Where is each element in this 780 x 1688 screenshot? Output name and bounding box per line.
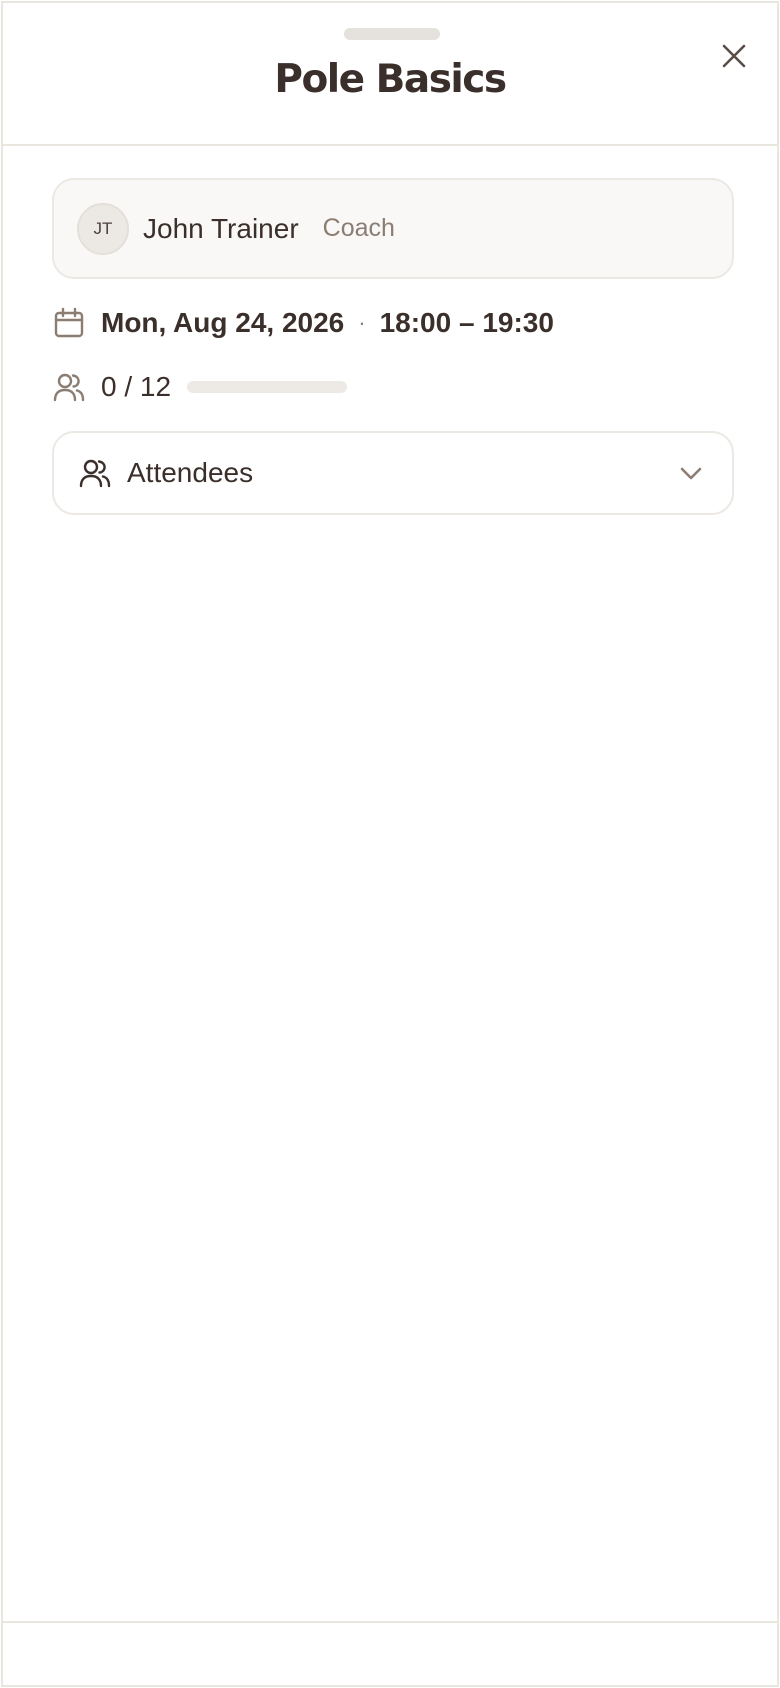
- class-date: Mon, Aug 24, 2026: [101, 307, 345, 338]
- capacity-count: 0 / 12: [101, 371, 172, 402]
- header-divider: [3, 144, 777, 146]
- coach-card: JT John Trainer Coach: [52, 178, 734, 279]
- capacity-progress-bar: [187, 381, 348, 393]
- coach-name: John Trainer: [143, 212, 299, 244]
- users-icon: [53, 373, 85, 402]
- drag-handle[interactable]: [344, 28, 440, 40]
- capacity-row: 0 / 12: [53, 367, 348, 407]
- schedule-row: Mon, Aug 24, 2026 · 18:00 – 19:30: [53, 303, 554, 343]
- separator-dot: ·: [358, 310, 366, 335]
- avatar: JT: [77, 202, 129, 255]
- close-icon: [722, 44, 746, 68]
- class-time: 18:00 – 19:30: [379, 307, 554, 338]
- attendees-label: Attendees: [127, 457, 254, 488]
- calendar-icon: [54, 307, 84, 338]
- close-button[interactable]: [711, 33, 757, 79]
- class-detail-sheet: Pole Basics JT John Trainer Coach Mon, A…: [1, 1, 779, 1687]
- coach-role-label: Coach: [322, 214, 395, 242]
- users-icon: [79, 459, 111, 488]
- attendees-dropdown[interactable]: Attendees: [52, 431, 734, 515]
- footer-divider: [3, 1621, 777, 1623]
- chevron-down-icon[interactable]: [678, 460, 704, 486]
- page-title: Pole Basics: [274, 57, 507, 102]
